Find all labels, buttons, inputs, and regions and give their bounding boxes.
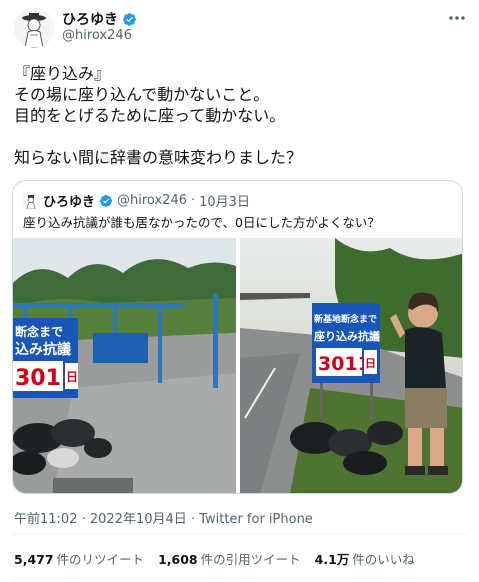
verified-badge-icon [100,194,112,207]
photo1-sign-unit: 日 [66,370,78,384]
tweet-meta: 午前11:02 · 2022年10月4日 · Twitter for iPhon… [14,508,313,527]
quote-tweet-card[interactable]: ひろゆき @hirox246 · 10月3日 座り込み抗議が誰も居なかったので、… [12,180,463,494]
tweet-source[interactable]: Twitter for iPhone [199,512,313,527]
tweet-date[interactable]: 2022年10月4日 [90,512,187,527]
author-avatar[interactable] [14,8,54,48]
verified-badge-icon [123,12,136,26]
meta-separator: · [81,512,86,527]
divider [12,578,467,579]
quote-tweet-stat[interactable]: 1,608 件の引用ツイート [158,549,301,568]
retweet-count: 5,477 [14,552,54,567]
photo2-sign-line-2: 座り込み抗議 [313,329,380,343]
quote-photo-2[interactable]: 新基地断念まで 座り込み抗議 3011 日 [240,238,462,493]
quote-header: ひろゆき @hirox246 · 10月3日 [23,191,250,210]
photo1-sign-line-2: 込み抗議 [15,341,71,358]
quote-photo-1[interactable]: 断念まで 込み抗議 3011 日 [13,238,236,493]
photo1-sign-line-1: 断念まで [15,324,63,339]
like-count: 4.1万 [314,552,350,567]
tweet-line: その場に座り込んで動かないこと。 [14,85,270,104]
meta-separator: · [190,512,196,527]
quote-author-name: ひろゆき [43,195,96,210]
tweet-time[interactable]: 午前11:02 [14,512,77,527]
quote-author-avatar [23,192,39,209]
author-handle[interactable]: @hirox246 [62,28,132,43]
like-label: 件のいいね [352,552,415,567]
photo2-sign-unit: 日 [365,357,376,370]
quote-separator: · [191,193,196,208]
tweet-stats: 5,477 件のリツイート 1,608 件の引用ツイート 4.1万 件のいいね [14,549,415,568]
quote-author-handle: @hirox246 [117,193,187,208]
retweet-stat[interactable]: 5,477 件のリツイート [14,549,144,568]
quote-date: 10月3日 [199,195,250,210]
quote-tweet-count: 1,608 [158,552,198,567]
tweet-line: 目的をとげるために座って動かない。 [14,106,286,125]
quote-text: 座り込み抗議が誰も居なかったので、0日にした方がよくない？ [23,215,380,230]
like-stat[interactable]: 4.1万 件のいいね [315,549,415,568]
retweet-label: 件のリツイート [56,552,145,567]
tweet-text: 『座り込み』 その場に座り込んで動かないこと。 目的をとげるために座って動かない… [14,63,464,168]
tweet-line: 『座り込み』 [14,64,111,83]
author-name[interactable]: ひろゆき [62,9,118,29]
tweet-line: 知らない間に辞書の意味変わりました？ [14,148,303,167]
author-name-row[interactable]: ひろゆき [62,9,137,29]
quote-tweet-label: 件の引用ツイート [200,552,301,567]
photo2-sign-number: 3011 [318,353,371,375]
tweet-line [14,126,464,147]
more-horizontal-icon[interactable] [447,8,467,28]
photo2-sign-line-1: 新基地断念まで [314,313,377,325]
divider [12,534,467,535]
